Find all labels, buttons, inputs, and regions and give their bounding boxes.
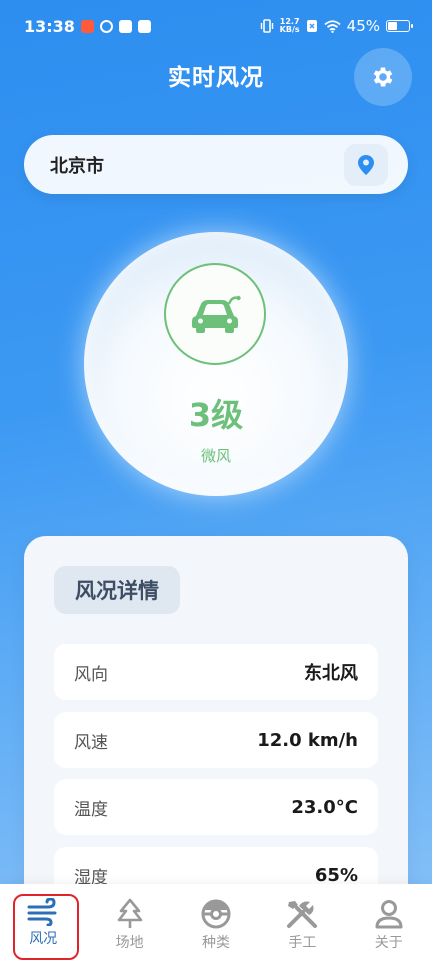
nav-label: 场地 (115, 935, 144, 951)
detail-row-speed: 风速 12.0 km/h (54, 712, 378, 768)
detail-label: 温度 (74, 799, 108, 820)
mail-notification-icon (137, 19, 151, 33)
wind-level-orb: 3级 微风 (84, 232, 348, 496)
tree-icon (117, 898, 142, 928)
tools-icon (287, 901, 318, 928)
location-bar[interactable]: 北京市 (24, 135, 408, 194)
nav-item-handmade[interactable]: 手工 (267, 898, 337, 952)
settings-button[interactable] (354, 48, 412, 106)
detail-row-direction: 风向 东北风 (54, 644, 378, 700)
wind-level-value: 3级 (188, 396, 244, 434)
pokeball-icon (201, 899, 231, 929)
status-left: 13:38 (24, 17, 151, 36)
nav-item-species[interactable]: 种类 (181, 898, 251, 952)
nav-item-about[interactable]: 关于 (354, 898, 424, 952)
active-nav-highlight (13, 894, 79, 960)
locate-button[interactable] (344, 143, 388, 186)
nav-label: 手工 (288, 935, 317, 951)
wind-level-description: 微风 (200, 447, 231, 465)
wind-status-icon-ring (164, 263, 266, 365)
nav-label: 关于 (374, 935, 403, 951)
detail-label: 风向 (74, 664, 108, 685)
app-notification-icon (80, 19, 94, 33)
battery-percent: 45% (346, 17, 380, 35)
detail-value: 23.0°C (291, 796, 358, 818)
detail-label: 风速 (74, 732, 108, 753)
sync-notification-icon (99, 19, 113, 33)
car-icon (192, 295, 241, 333)
detail-value: 东北风 (304, 663, 358, 684)
nav-item-field[interactable]: 场地 (95, 898, 165, 952)
gear-icon (373, 67, 393, 87)
battery-fill (388, 22, 397, 30)
network-speed: 12.7 KB/s (280, 18, 300, 34)
detail-row-temperature: 温度 23.0°C (54, 779, 378, 835)
battery-icon (386, 20, 413, 32)
status-right: 12.7 KB/s 45% (260, 17, 413, 35)
status-bar: 13:38 12.7 KB/s 45% (0, 0, 432, 52)
person-icon (375, 900, 403, 929)
location-city: 北京市 (50, 155, 104, 177)
wifi-icon (324, 19, 341, 33)
details-title: 风况详情 (54, 566, 180, 614)
nav-label: 种类 (201, 935, 230, 951)
detail-value: 65% (314, 864, 358, 886)
detail-value: 12.0 km/h (257, 729, 358, 751)
app-notification-icon (118, 19, 132, 33)
network-speed-unit: KB/s (279, 25, 300, 34)
location-pin-icon (358, 154, 374, 175)
status-time: 13:38 (24, 16, 75, 36)
sim-icon (306, 20, 317, 32)
vibrate-icon (260, 19, 273, 33)
